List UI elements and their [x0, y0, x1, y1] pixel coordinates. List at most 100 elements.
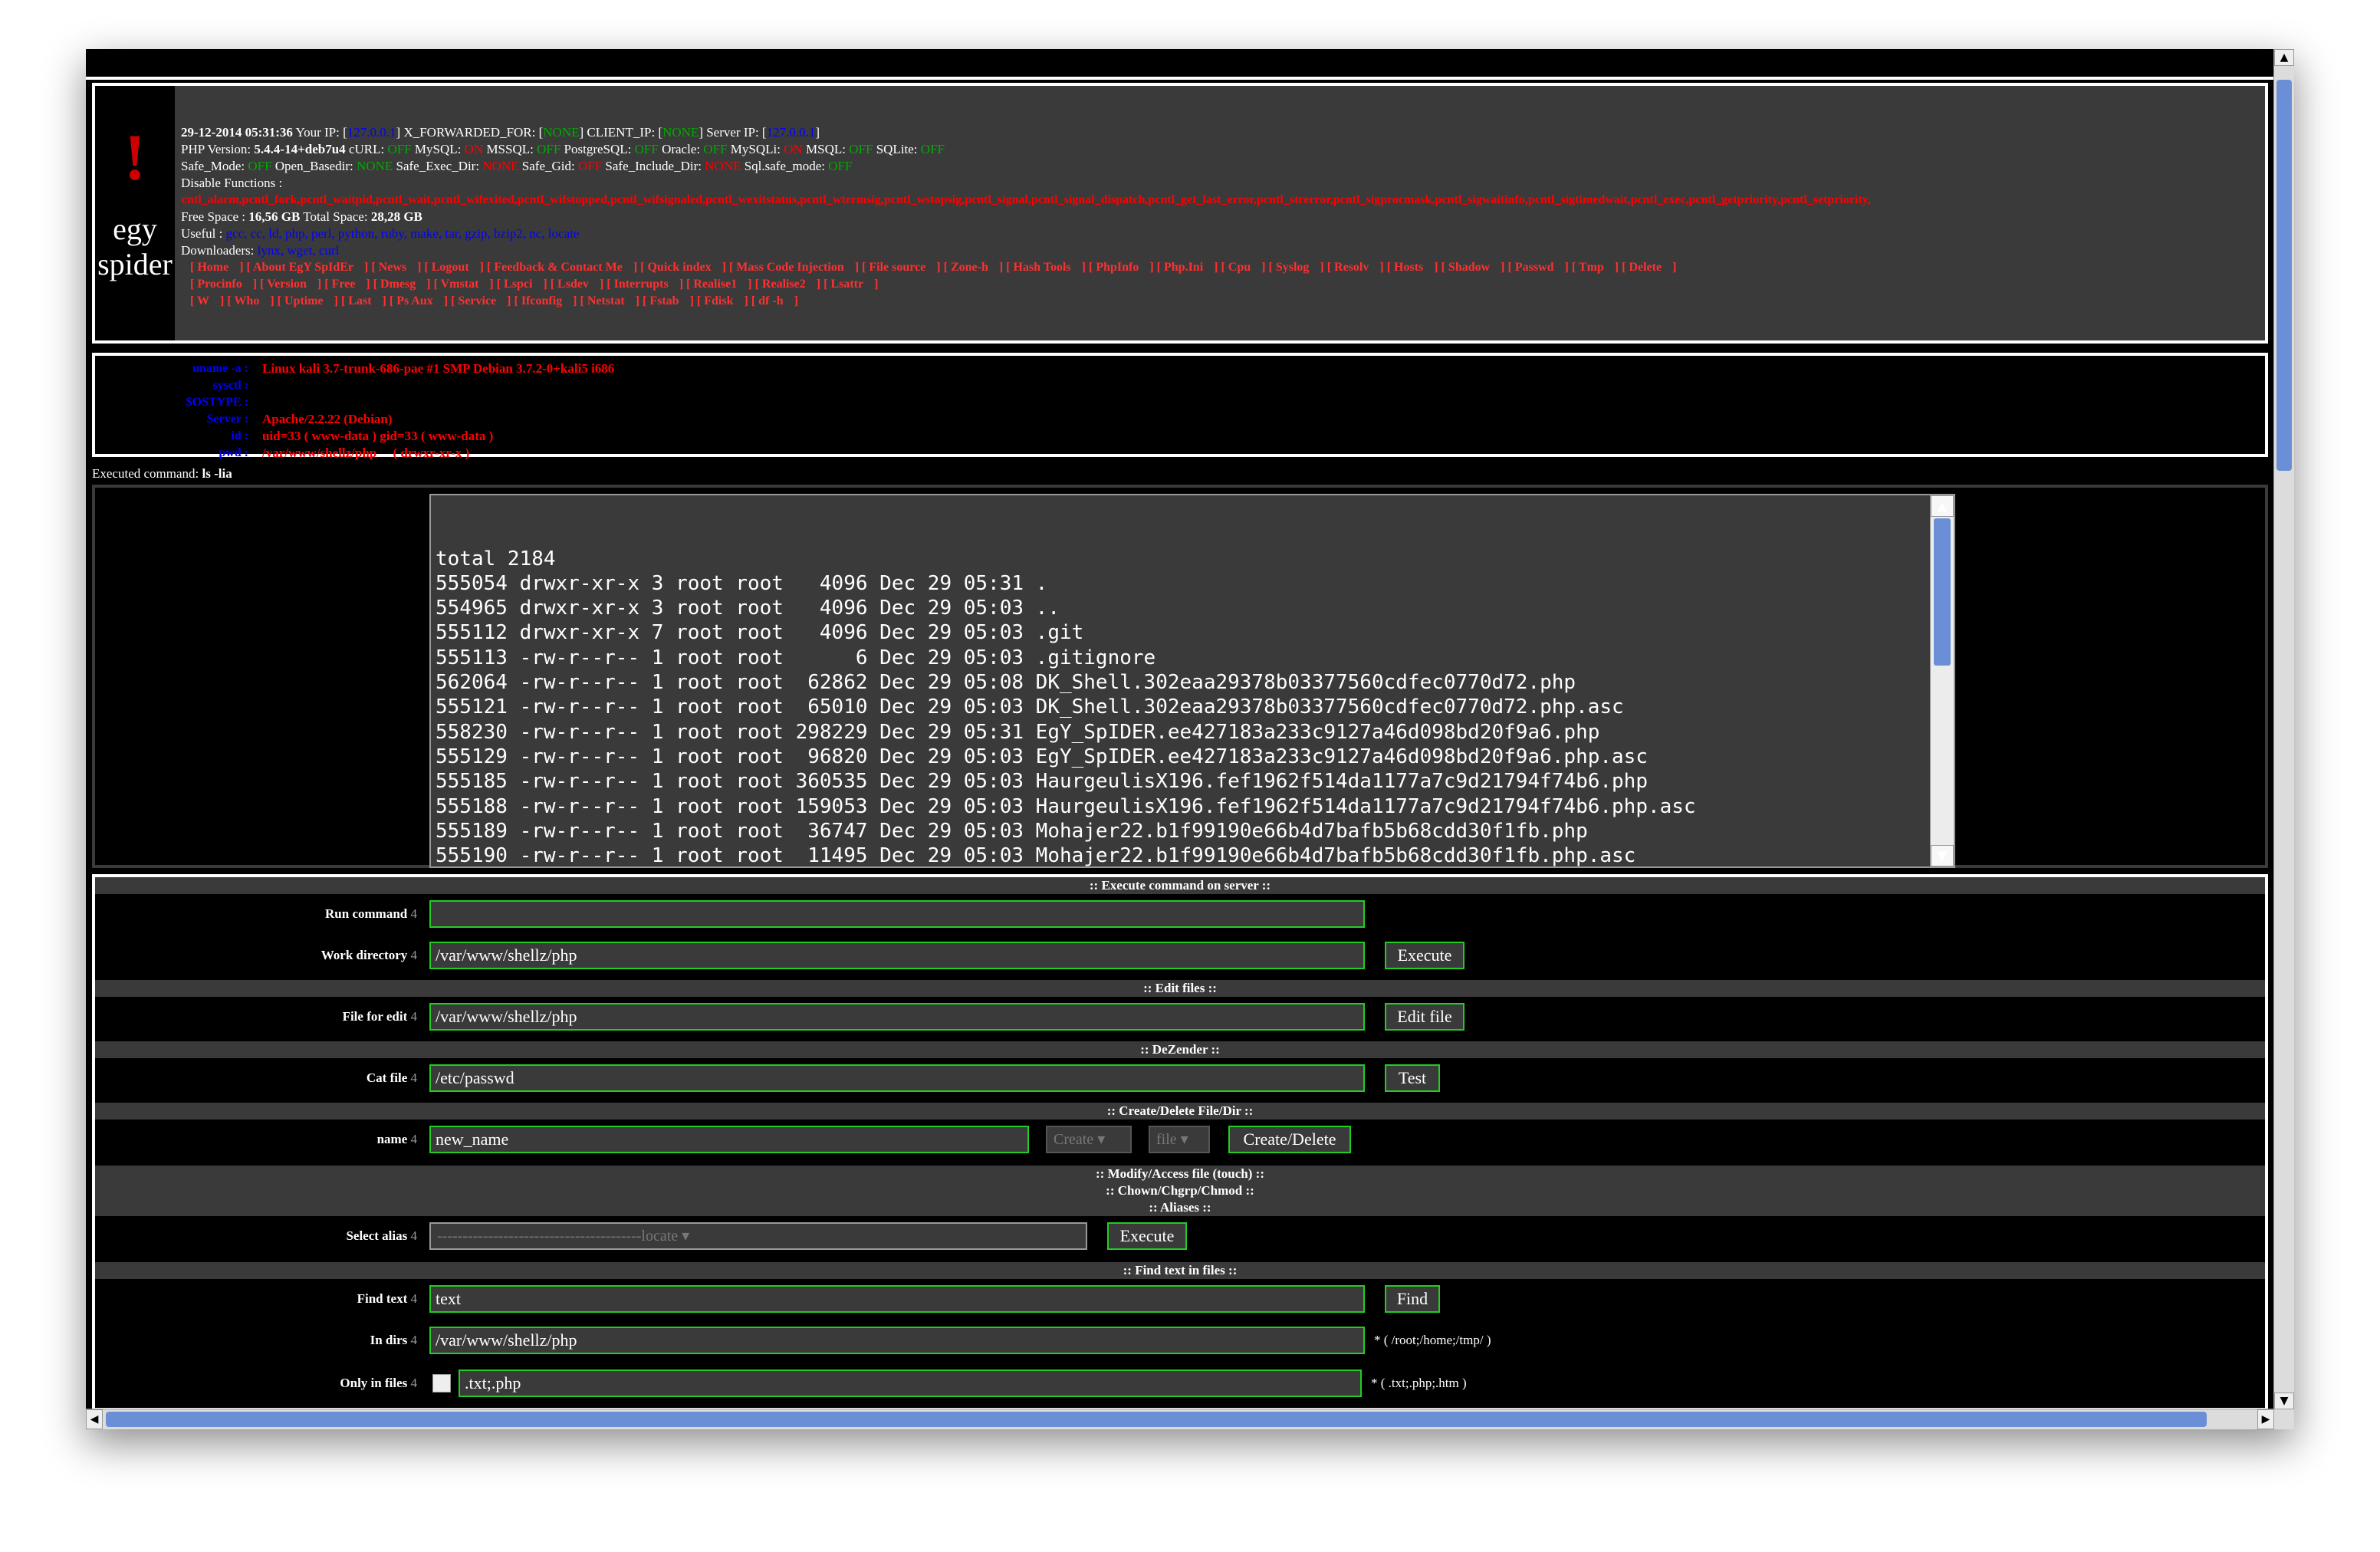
only-files-input[interactable]: .txt;.php — [459, 1370, 1362, 1397]
file-select-value: file — [1156, 1131, 1177, 1148]
page-scroll-right-icon[interactable]: ▶ — [2257, 1409, 2274, 1429]
free-space-label: Free Space : — [181, 209, 246, 224]
nav-link[interactable]: Uptime — [284, 294, 324, 307]
scroll-down-icon[interactable]: ▼ — [1931, 845, 1954, 866]
execute-button[interactable]: Execute — [1385, 942, 1464, 969]
find-button[interactable]: Find — [1385, 1285, 1440, 1313]
cat-file-input[interactable]: /etc/passwd — [429, 1064, 1365, 1092]
nav-link[interactable]: Logout — [432, 261, 469, 274]
page-vertical-scrollbar[interactable]: ▲ ▼ — [2273, 49, 2294, 1429]
nav-link[interactable]: Lspci — [504, 278, 532, 291]
alias-execute-button[interactable]: Execute — [1107, 1222, 1187, 1250]
output-line: 555129 -rw-r--r-- 1 root root 96820 Dec … — [436, 745, 1648, 768]
executed-command: Executed command: ls -lia — [92, 466, 232, 482]
arrow-icon: 4 — [410, 1228, 418, 1243]
ostype-label: $OSTYPE : — [186, 396, 248, 409]
nav-link[interactable]: Hosts — [1394, 261, 1423, 274]
nav-link[interactable]: Ifconfig — [521, 294, 562, 307]
page-scroll-down-icon[interactable]: ▼ — [2274, 1393, 2294, 1409]
nav-link[interactable]: Mass Code Injection — [736, 261, 843, 274]
nav-link[interactable]: Realise1 — [693, 278, 737, 291]
nav-link[interactable]: Vmstat — [441, 278, 479, 291]
nav-link[interactable]: Zone-h — [951, 261, 988, 274]
logo-exclamation: ! — [123, 120, 146, 194]
output-scroll-thumb[interactable] — [1934, 518, 1951, 666]
file-edit-input[interactable]: /var/www/shellz/php — [429, 1003, 1365, 1031]
only-files-label: Only in files 4 — [95, 1370, 417, 1397]
create-select[interactable]: Create ▾ — [1046, 1126, 1132, 1153]
only-files-checkbox[interactable] — [432, 1374, 451, 1393]
info-line-space: Free Space : 16,56 GB Total Space: 28,28… — [181, 209, 2267, 225]
disable-functions-label: Disable Functions : — [181, 176, 283, 190]
page-scroll-up-icon[interactable]: ▲ — [2274, 49, 2294, 66]
arrow-icon: 4 — [410, 1291, 418, 1306]
output-scrollbar[interactable]: ▲ ▼ — [1930, 495, 1954, 866]
edit-file-button[interactable]: Edit file — [1385, 1003, 1464, 1031]
nav-link[interactable]: Cpu — [1228, 261, 1251, 274]
output-line: 555121 -rw-r--r-- 1 root root 65010 Dec … — [436, 695, 1624, 719]
in-dirs-input[interactable]: /var/www/shellz/php — [429, 1327, 1365, 1354]
command-output[interactable]: total 2184 555054 drwxr-xr-x 3 root root … — [429, 494, 1955, 868]
id-value: uid=33 ( www-data ) gid=33 ( www-data ) — [262, 429, 494, 443]
nav-link[interactable]: PhpInfo — [1096, 261, 1139, 274]
nav-link[interactable]: W — [197, 294, 209, 307]
output-line: 555190 -rw-r--r-- 1 root root 11495 Dec … — [436, 844, 1636, 868]
nav-link[interactable]: Service — [458, 294, 496, 307]
nav-link[interactable]: Php.Ini — [1164, 261, 1203, 274]
nav-link[interactable]: Lsdev — [557, 278, 589, 291]
nav-link[interactable]: File source — [869, 261, 925, 274]
nav-link[interactable]: Feedback & Contact Me — [494, 261, 623, 274]
test-button[interactable]: Test — [1385, 1064, 1440, 1092]
nav-link[interactable]: Delete — [1629, 261, 1662, 274]
nav-link[interactable]: Last — [348, 294, 371, 307]
info-line-php: PHP Version: 5.4.4-14+deb7u4 cURL: OFF M… — [181, 141, 2267, 158]
nav-link[interactable]: Version — [267, 278, 307, 291]
nav-link[interactable]: Procinfo — [197, 278, 242, 291]
nav-link[interactable]: Tmp — [1579, 261, 1604, 274]
nav-link[interactable]: Home — [197, 261, 228, 274]
nav-link[interactable]: Shadow — [1448, 261, 1490, 274]
nav-link[interactable]: Realise2 — [762, 278, 806, 291]
nav-link[interactable]: Interrupts — [614, 278, 669, 291]
nav-link[interactable]: Lsattr — [830, 278, 863, 291]
nav-link[interactable]: News — [379, 261, 406, 274]
create-delete-button[interactable]: Create/Delete — [1228, 1126, 1351, 1153]
page-hscroll-thumb[interactable] — [106, 1412, 2207, 1427]
alias-select[interactable]: ----------------------------------------… — [429, 1222, 1087, 1250]
nav-link[interactable]: Passwd — [1515, 261, 1554, 274]
page-vscroll-thumb[interactable] — [2276, 80, 2292, 471]
page-horizontal-scrollbar[interactable]: ◀ ▶ — [86, 1409, 2274, 1429]
section-dezender: :: DeZender :: — [95, 1041, 2265, 1058]
page-scroll-left-icon[interactable]: ◀ — [86, 1409, 103, 1429]
nav-link[interactable]: Syslog — [1276, 261, 1310, 274]
name-input[interactable]: new_name — [429, 1126, 1029, 1153]
work-dir-input[interactable]: /var/www/shellz/php — [429, 942, 1365, 969]
run-command-input[interactable] — [429, 900, 1365, 928]
server-ip-label: ] Server IP: [ — [699, 125, 767, 140]
page-content: ! egy spider 29-12-2014 05:31:36 Your IP… — [86, 49, 2274, 1411]
scroll-up-icon[interactable]: ▲ — [1931, 495, 1954, 517]
nav-link[interactable]: Dmesg — [380, 278, 416, 291]
find-text-input[interactable]: text — [429, 1285, 1365, 1313]
nav-row-2: [ Procinfo ] [ Version ] [ Free ] [ Dmes… — [190, 278, 879, 291]
section-find: :: Find text in files :: — [95, 1262, 2265, 1279]
nav-link[interactable]: Fstab — [649, 294, 679, 307]
mysqli-label: MySQLi: — [730, 142, 781, 156]
nav-link[interactable]: Quick index — [647, 261, 711, 274]
nav-link[interactable]: df -h — [758, 294, 783, 307]
nav-link[interactable]: Who — [234, 294, 259, 307]
xff-value: NONE — [543, 125, 580, 140]
output-line: 558230 -rw-r--r-- 1 root root 298229 Dec… — [436, 720, 1600, 744]
open-basedir-value: NONE — [357, 159, 393, 173]
safe-include-dir-value: NONE — [705, 159, 741, 173]
file-type-select[interactable]: file ▾ — [1149, 1126, 1210, 1153]
nav-link[interactable]: About EgY SpIdEr — [253, 261, 353, 274]
nav-link[interactable]: Ps Aux — [396, 294, 433, 307]
nav-link[interactable]: Fdisk — [704, 294, 733, 307]
info-line-downloaders: Downloaders: lynx, wget, curl — [181, 242, 2267, 259]
nav-link[interactable]: Netstat — [587, 294, 625, 307]
nav-link[interactable]: Hash Tools — [1014, 261, 1071, 274]
nav-link[interactable]: Resolv — [1334, 261, 1369, 274]
pwd-value[interactable]: /var/www/shellz/php ( drwxr-xr-x ) — [262, 445, 614, 462]
nav-link[interactable]: Free — [332, 278, 356, 291]
